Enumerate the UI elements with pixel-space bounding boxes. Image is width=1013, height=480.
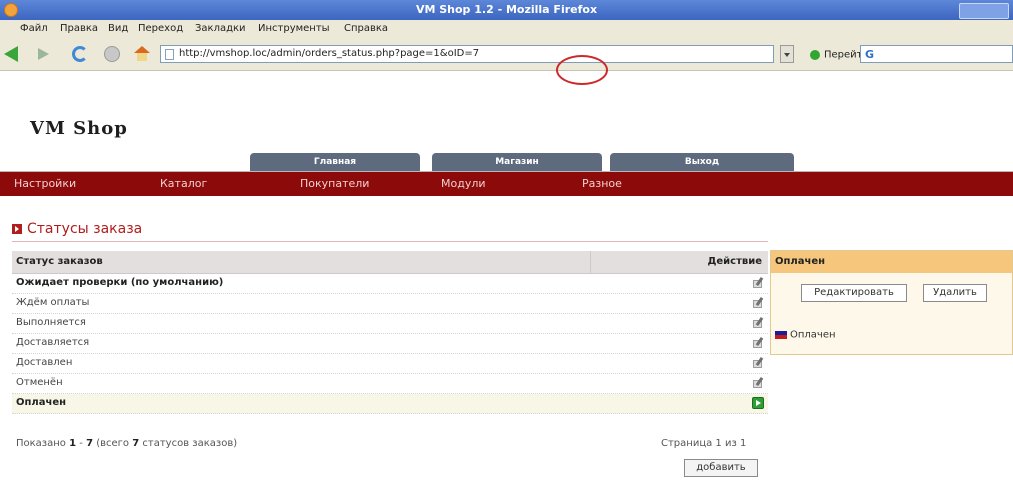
home-icon[interactable] (134, 46, 150, 62)
window-controls[interactable] (959, 3, 1009, 19)
status-name: Оплачен (16, 397, 67, 408)
status-name: Ожидает проверки (по умолчанию) (16, 277, 224, 288)
records-shown-prefix: Показано (16, 438, 66, 449)
table-row[interactable]: Отменён (12, 374, 768, 394)
page-heading: Статусы заказа (12, 221, 142, 237)
menu-edit[interactable]: Правка (60, 23, 98, 34)
column-action-header: Действие (707, 256, 762, 267)
edit-icon[interactable] (752, 276, 764, 289)
russian-flag-icon (775, 331, 787, 339)
panel-title: Оплачен (775, 256, 826, 267)
menu-help[interactable]: Справка (344, 23, 388, 34)
records-dash: - (79, 438, 83, 449)
nav-settings[interactable]: Настройки (14, 177, 76, 190)
nav-customers[interactable]: Покупатели (300, 177, 369, 190)
status-name: Доставлен (16, 357, 73, 368)
table-row[interactable]: Доставляется (12, 334, 768, 354)
language-status-label: Оплачен (790, 329, 836, 341)
edit-icon[interactable] (752, 296, 764, 309)
edit-button[interactable]: Редактировать (801, 284, 907, 302)
tab-shop[interactable]: Магазин (432, 153, 602, 171)
navigation-toolbar: http://vmshop.loc/admin/orders_status.ph… (0, 38, 1013, 71)
tab-home[interactable]: Главная (250, 153, 420, 171)
edit-icon[interactable] (752, 316, 764, 329)
page-indicator: Страница 1 из 1 (661, 438, 747, 449)
table-row[interactable]: Ждём оплаты (12, 294, 768, 314)
status-name: Ждём оплаты (16, 297, 90, 308)
heading-divider (12, 241, 768, 242)
column-divider (590, 251, 591, 273)
status-name: Выполняется (16, 317, 86, 328)
tab-logout[interactable]: Выход (610, 153, 794, 171)
table-row-selected[interactable]: Оплачен (12, 394, 768, 414)
records-count: Показано 1 - 7 (всего 7 статусов заказов… (16, 438, 237, 449)
forward-icon[interactable] (38, 48, 49, 60)
go-icon (810, 50, 820, 60)
search-box[interactable]: G (860, 45, 1013, 63)
edit-icon[interactable] (752, 336, 764, 349)
menu-go[interactable]: Переход (138, 23, 183, 34)
table-row[interactable]: Доставлен (12, 354, 768, 374)
back-icon[interactable] (4, 46, 18, 62)
nav-modules[interactable]: Модули (441, 177, 486, 190)
window-titlebar: VM Shop 1.2 - Mozilla Firefox (0, 0, 1013, 20)
url-highlight-circle (556, 55, 608, 85)
records-from: 1 (69, 438, 77, 449)
records-total-prefix: (всего (96, 438, 130, 449)
nav-catalog[interactable]: Каталог (160, 177, 207, 190)
records-total: 7 (132, 438, 140, 449)
menu-bookmarks[interactable]: Закладки (195, 23, 246, 34)
panel-header: Оплачен (771, 251, 1012, 273)
site-logo[interactable]: VM Shop (30, 118, 128, 139)
add-button[interactable]: добавить (684, 459, 758, 477)
delete-button[interactable]: Удалить (923, 284, 987, 302)
status-detail-panel: Оплачен Редактировать Удалить Оплачен (770, 250, 1013, 355)
google-search-icon: G (865, 48, 875, 61)
address-dropdown-button[interactable] (780, 45, 794, 63)
table-row[interactable]: Выполняется (12, 314, 768, 334)
records-total-suffix: статусов заказов) (142, 438, 238, 449)
menu-bar: Файл Правка Вид Переход Закладки Инструм… (0, 20, 1013, 39)
page-icon (165, 49, 174, 60)
selected-arrow-icon (752, 397, 764, 409)
menu-file[interactable]: Файл (20, 23, 48, 34)
edit-icon[interactable] (752, 356, 764, 369)
nav-misc[interactable]: Разное (582, 177, 622, 190)
language-row: Оплачен (775, 328, 836, 341)
window-title: VM Shop 1.2 - Mozilla Firefox (415, 3, 598, 16)
stop-icon[interactable] (104, 46, 120, 62)
address-url[interactable]: http://vmshop.loc/admin/orders_status.ph… (179, 48, 479, 59)
records-to: 7 (86, 438, 94, 449)
admin-nav-bar: Настройки Каталог Покупатели Модули Разн… (0, 172, 1013, 196)
menu-tools[interactable]: Инструменты (258, 23, 330, 34)
page-title: Статусы заказа (27, 221, 143, 237)
table-row[interactable]: Ожидает проверки (по умолчанию) (12, 274, 768, 294)
column-status-header: Статус заказов (16, 256, 103, 267)
heading-arrow-icon (12, 224, 22, 234)
table-header: Статус заказов Действие (12, 251, 768, 274)
address-bar[interactable]: http://vmshop.loc/admin/orders_status.ph… (160, 45, 774, 63)
status-name: Доставляется (16, 337, 90, 348)
status-name: Отменён (16, 377, 63, 388)
menu-view[interactable]: Вид (108, 23, 128, 34)
edit-icon[interactable] (752, 376, 764, 389)
reload-icon[interactable] (72, 46, 88, 62)
